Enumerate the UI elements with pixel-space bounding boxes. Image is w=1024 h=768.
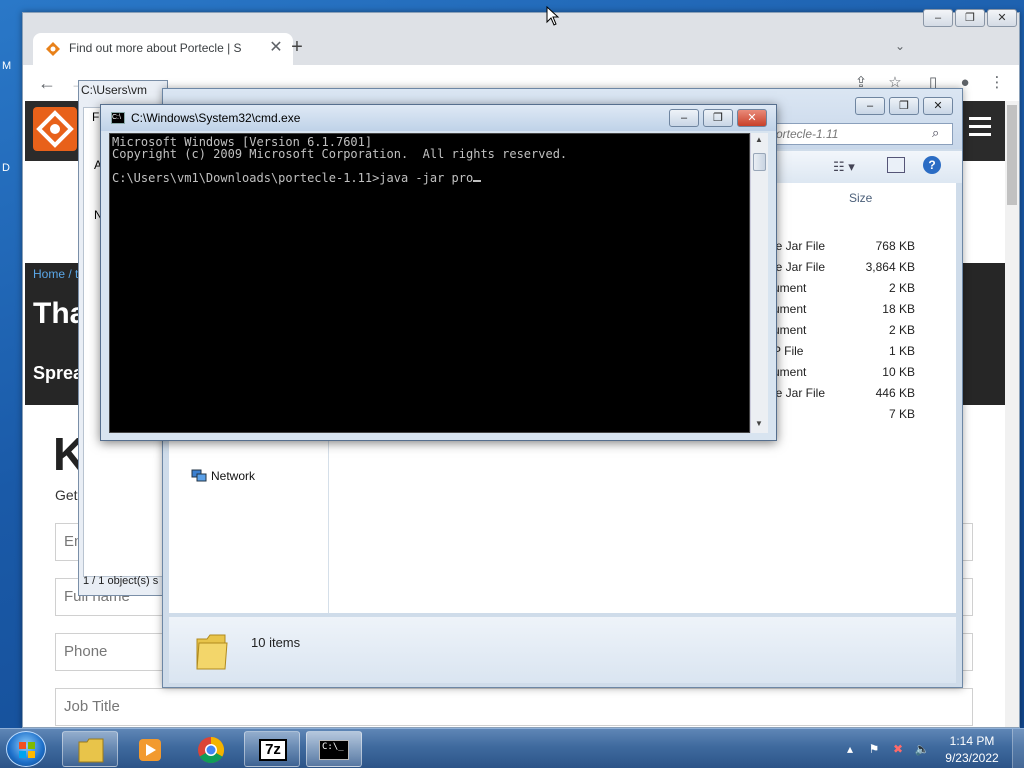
explorer-close-button[interactable]: ✕	[923, 97, 953, 115]
site-logo[interactable]	[33, 107, 77, 151]
search-icon[interactable]: ⌕	[932, 125, 948, 141]
cmd-window-controls: – ❐ ✕	[669, 109, 769, 129]
close-button[interactable]: ✕	[737, 109, 767, 127]
show-desktop-button[interactable]	[1012, 729, 1024, 768]
folder-icon	[78, 738, 104, 763]
console-output[interactable]: Microsoft Windows [Version 6.1.7601] Copy…	[109, 133, 750, 433]
taskbar-7zip-button[interactable]: 7z	[244, 731, 300, 767]
minimize-button[interactable]: –	[923, 9, 953, 27]
new-tab-button[interactable]: +	[287, 37, 307, 57]
taskbar-cmd-button[interactable]: C:\_	[306, 731, 362, 767]
taskbar: 7z C:\_ ▴ ⚑ ✖ 🔈 1:14 PM 9/23/2022	[0, 728, 1024, 768]
show-hidden-icons-icon[interactable]: ▴	[842, 741, 858, 757]
preview-pane-icon[interactable]	[887, 157, 905, 173]
taskbar-chrome-button[interactable]	[182, 731, 238, 767]
file-row-size[interactable]: 10 KB	[803, 365, 915, 379]
text-cursor	[473, 180, 482, 182]
volume-icon[interactable]: 🔈	[914, 741, 930, 757]
tab-close-icon[interactable]: ✕	[267, 39, 285, 57]
view-options-icon[interactable]: ☷ ▾	[833, 159, 855, 175]
tab-search-chevron-icon[interactable]: ⌄	[895, 39, 911, 55]
desktop-icon-label: M	[2, 60, 12, 72]
cmd-app-icon: C:\	[111, 112, 125, 124]
console-prompt: C:\Users\vm1\Downloads\portecle-1.11>jav…	[112, 171, 474, 185]
portecle-favicon-icon	[46, 42, 60, 56]
file-row-size[interactable]: 768 KB	[803, 239, 915, 253]
chrome-window-controls: – ❐ ✕	[923, 9, 1019, 31]
hero-subtitle: Sprea	[33, 363, 84, 383]
taskbar-explorer-button[interactable]	[62, 731, 118, 767]
nav-item-network[interactable]: Network	[211, 469, 255, 483]
tab-strip: Find out more about Portecle | S ✕ + ⌄ –…	[23, 9, 1019, 65]
column-header-size[interactable]: Size	[849, 191, 872, 205]
minimize-button[interactable]: –	[669, 109, 699, 127]
job-title-field[interactable]: Job Title	[55, 688, 973, 726]
cmd-icon: C:\_	[319, 740, 349, 760]
clock-time[interactable]: 1:14 PM	[940, 734, 1004, 748]
7zip-window-title: C:\Users\vm	[81, 83, 147, 97]
explorer-search-box[interactable]: ortecle-1.11 ⌕	[771, 123, 953, 145]
help-icon[interactable]: ?	[923, 156, 941, 174]
console-line: Copyright (c) 2009 Microsoft Corporation…	[112, 147, 568, 161]
console-text: Microsoft Windows [Version 6.1.7601] Copy…	[112, 136, 748, 184]
details-pane: 10 items	[169, 617, 956, 683]
browser-tab[interactable]: Find out more about Portecle | S ✕	[33, 33, 293, 65]
media-player-icon	[139, 739, 161, 761]
scrollbar-thumb[interactable]	[753, 153, 766, 171]
logo-diamond-icon	[36, 110, 74, 148]
mouse-pointer-icon	[546, 6, 560, 26]
scroll-up-icon[interactable]: ▲	[755, 135, 763, 144]
windows-logo-icon	[19, 742, 35, 758]
form-intro-text: Get	[55, 487, 78, 503]
network-disconnected-icon[interactable]: ✖	[890, 741, 906, 757]
close-button[interactable]: ✕	[987, 9, 1017, 27]
tab-title: Find out more about Portecle | S	[69, 41, 242, 55]
explorer-minimize-button[interactable]: –	[855, 97, 885, 115]
back-arrow-icon[interactable]: ←	[35, 71, 59, 95]
scrollbar-thumb[interactable]	[1007, 105, 1017, 205]
console-prompt-line: C:\Users\vm1\Downloads\portecle-1.11>jav…	[112, 172, 748, 184]
file-row-size[interactable]: 7 KB	[803, 407, 915, 421]
file-row-size[interactable]: 446 KB	[803, 386, 915, 400]
item-count: 10 items	[251, 635, 301, 650]
file-row-size[interactable]: 1 KB	[803, 344, 915, 358]
file-row-size[interactable]: 2 KB	[803, 323, 915, 337]
file-row-size[interactable]: 18 KB	[803, 302, 915, 316]
file-row-size[interactable]: 3,864 KB	[803, 260, 915, 274]
page-scrollbar[interactable]	[1005, 101, 1019, 727]
desktop-icon-label: D	[2, 162, 10, 174]
cmd-window-title: C:\Windows\System32\cmd.exe	[131, 111, 301, 125]
7zip-status-bar: 1 / 1 object(s) s	[83, 575, 159, 587]
folder-icon	[196, 634, 228, 670]
7zip-icon: 7z	[259, 739, 287, 761]
action-center-icon[interactable]: ⚑	[866, 741, 882, 757]
explorer-maximize-button[interactable]: ❐	[889, 97, 919, 115]
menu-kebab-icon[interactable]: ⋮	[987, 73, 1007, 93]
search-placeholder: ortecle-1.11	[776, 127, 839, 141]
clock-date[interactable]: 9/23/2022	[940, 751, 1004, 765]
breadcrumb[interactable]: Home / t	[33, 267, 78, 281]
start-button[interactable]	[6, 731, 46, 767]
chrome-icon	[198, 736, 225, 764]
cmd-titlebar[interactable]: C:\ C:\Windows\System32\cmd.exe – ❐ ✕	[101, 105, 776, 131]
file-row-size[interactable]: 2 KB	[803, 281, 915, 295]
console-scrollbar[interactable]: ▲ ▼	[750, 133, 768, 433]
taskbar-media-player-button[interactable]	[122, 731, 178, 767]
maximize-button[interactable]: ❐	[703, 109, 733, 127]
cmd-window: C:\ C:\Windows\System32\cmd.exe – ❐ ✕ Mi…	[100, 104, 777, 441]
restore-button[interactable]: ❐	[955, 9, 985, 27]
network-icon	[191, 469, 207, 483]
hamburger-menu-icon[interactable]	[969, 117, 991, 137]
scroll-down-icon[interactable]: ▼	[755, 419, 763, 428]
